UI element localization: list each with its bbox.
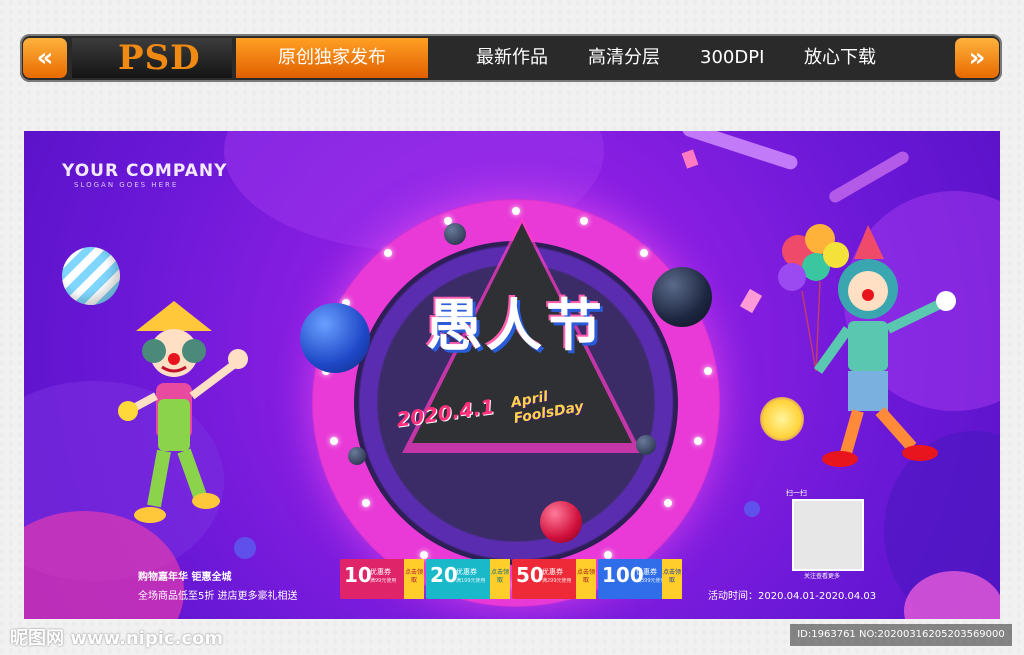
coupon-condition: 满299元使用 [542,578,572,584]
ring-light-icon [604,551,612,559]
company-name: YOUR COMPANY [62,161,228,181]
qr-code[interactable] [792,499,864,571]
scan-label: 扫一扫 [786,489,807,497]
blue-sphere-icon [300,303,370,373]
ribbon-decoration [827,149,911,205]
ring-light-icon [384,249,392,257]
feature-hd-layers: 高清分层 [588,47,660,68]
coupon-label: 优惠券 [542,568,563,576]
coupon-amount: 50 [516,563,544,587]
site-watermark: 昵图网 www.nipic.com [10,628,224,649]
right-clown-illustration [778,224,956,467]
coupon-label: 优惠券 [636,568,657,576]
promo-subline: 全场商品低至5折 进店更多豪礼相送 [138,591,298,602]
confetti-decoration [739,288,763,314]
feature-latest: 最新作品 [476,47,548,68]
feature-safe-download: 放心下载 [804,47,876,68]
coupon-condition: 满99元使用 [370,578,397,584]
red-sphere-icon [540,501,582,543]
coupon-label: 优惠券 [370,568,391,576]
coupon-amount: 20 [430,563,458,587]
ring-light-icon [664,499,672,507]
small-dark-sphere-icon [348,447,366,465]
coupon-50[interactable]: 50 优惠券 满299元使用 点击领取 [512,559,596,599]
april-fools-banner: YOUR COMPANY SLOGAN GOES HERE 愚人节 2020.4… [24,131,1000,619]
feature-dpi: 300DPI [700,47,765,68]
coupon-20[interactable]: 20 优惠券 满199元使用 点击领取 [426,559,510,599]
claim-button[interactable]: 点击领取 [404,559,424,599]
left-clown-illustration [118,301,248,523]
claim-button[interactable]: 点击领取 [662,559,682,599]
claim-button[interactable]: 点击领取 [576,559,596,599]
ring-light-icon [640,249,648,257]
small-dark-sphere-icon [636,435,656,455]
claim-button[interactable]: 点击领取 [490,559,510,599]
coupon-10[interactable]: 10 优惠券 满99元使用 点击领取 [340,559,424,599]
ring-light-icon [362,499,370,507]
confetti-decoration [681,149,699,169]
small-dark-sphere-icon [444,223,466,245]
striped-ball-icon [62,247,120,305]
qr-caption: 关注查看更多 [804,573,841,580]
ring-light-icon [694,437,702,445]
psd-logo: PSD [118,38,201,78]
ring-light-icon [580,217,588,225]
promo-headline: 购物嘉年华 钜惠全城 [138,572,232,583]
next-arrow-icon[interactable]: » [955,38,999,78]
coupon-label: 优惠券 [456,568,477,576]
top-banner-bar: « PSD 原创独家发布 最新作品 高清分层 300DPI 放心下载 » [20,34,1002,82]
purple-dot-icon [744,501,760,517]
ring-light-icon [420,551,428,559]
april-fools-title: 愚人节 [426,294,606,359]
company-slogan: SLOGAN GOES HERE [74,181,179,189]
ring-light-icon [704,367,712,375]
coupon-100[interactable]: 100 优惠券 满399元使用 点击领取 [598,559,682,599]
image-id-watermark: ID:1963761 NO:20200316205203569000 [790,624,1012,646]
original-release-tab[interactable]: 原创独家发布 [236,38,428,78]
ring-light-icon [330,437,338,445]
event-period: 活动时间：2020.04.01-2020.04.03 [708,591,877,602]
ring-light-icon [512,207,520,215]
previous-arrow-icon[interactable]: « [23,38,67,78]
coupon-amount: 10 [344,563,372,587]
coupon-condition: 满199元使用 [456,578,486,584]
ribbon-decoration [680,131,800,172]
dark-sphere-icon [652,267,712,327]
